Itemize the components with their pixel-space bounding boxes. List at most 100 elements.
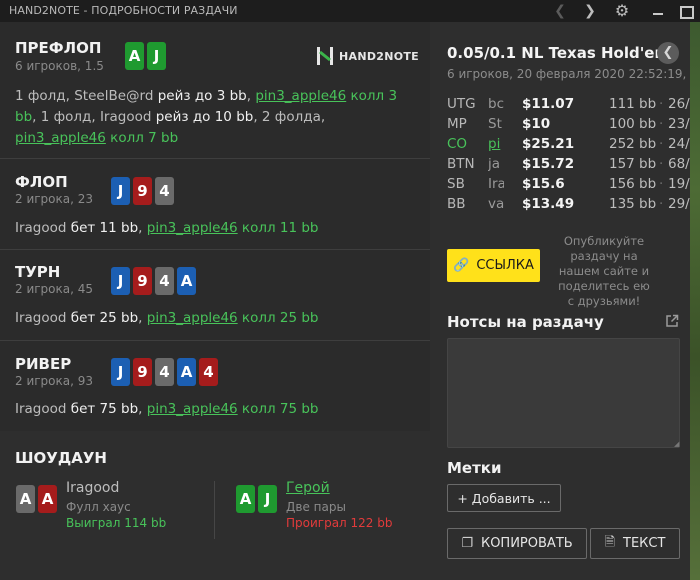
playing-card: 4 <box>199 358 218 386</box>
gear-icon[interactable]: ⚙ <box>609 0 635 22</box>
player-row[interactable]: BTN ja $15.72 157 bb·68/22 <box>447 154 690 174</box>
hand-history-panel: ПРЕФЛОП 6 игроков, 1.5 AJ HAND2NOTE 1 фо… <box>0 22 430 580</box>
player-link[interactable]: pin3_apple46 <box>147 310 238 326</box>
copy-button[interactable]: ❐ КОПИРОВАТЬ <box>447 528 587 559</box>
game-subtitle: 6 игроков, 20 февраля 2020 22:52:19, Ро <box>447 67 690 81</box>
player-name[interactable]: pi <box>488 136 504 152</box>
link-icon: 🔗 <box>453 258 470 273</box>
player-row[interactable]: CO pi $25.21 252 bb·24/17 <box>447 134 690 154</box>
action-text: , 1 фолд, Iragood <box>32 109 156 125</box>
hand2note-logo-icon <box>317 47 333 65</box>
action-text: бет 75 bb <box>70 401 139 417</box>
maximize-icon[interactable] <box>672 0 698 22</box>
flop-cards: J94 <box>111 177 177 205</box>
player-row[interactable]: MP St $10 100 bb·23/18 <box>447 114 690 134</box>
player-stack: $11.07 <box>522 96 575 112</box>
preflop-title: ПРЕФЛОП <box>15 39 102 57</box>
player-position: CO <box>447 136 468 152</box>
playing-card: A <box>177 267 196 295</box>
text-button[interactable]: 🗎 ТЕКСТ <box>590 528 680 559</box>
action-text: Iragood <box>15 401 71 417</box>
tags-title: Метки <box>447 459 502 477</box>
preflop-section: ПРЕФЛОП 6 игроков, 1.5 AJ HAND2NOTE 1 фо… <box>0 22 430 159</box>
collapse-icon[interactable]: ❮ <box>657 42 679 64</box>
player-link[interactable]: pin3_apple46 <box>147 401 238 417</box>
preflop-subtitle: 6 игроков, 1.5 <box>15 59 104 73</box>
player-link[interactable]: pin3_apple46 <box>15 130 106 146</box>
river-cards: J94A4 <box>111 358 221 386</box>
player-stack: $15.6 <box>522 176 565 192</box>
player-stack-bb: 100 bb <box>609 116 657 132</box>
hero-hole-cards: AJ <box>125 42 169 70</box>
hand2note-logo: HAND2NOTE <box>316 46 419 66</box>
villain-name[interactable]: Iragood <box>66 480 119 496</box>
playing-card: 9 <box>133 267 152 295</box>
playing-card: A <box>177 358 196 386</box>
player-stack: $10 <box>522 116 551 132</box>
showdown-title: ШОУДАУН <box>15 449 107 467</box>
playing-card: 9 <box>133 177 152 205</box>
player-name[interactable]: Ira <box>488 176 504 192</box>
player-link[interactable]: pin3_apple46 <box>147 220 238 236</box>
separator-dot: · <box>659 136 664 152</box>
background-table-image <box>690 22 700 580</box>
link-button[interactable]: 🔗 ССЫЛКА <box>447 249 540 282</box>
playing-card: J <box>111 267 130 295</box>
player-row[interactable]: SB Ira $15.6 156 bb·19/6 <box>447 174 690 194</box>
player-name[interactable]: St <box>488 116 504 132</box>
player-stack: $13.49 <box>522 196 575 212</box>
action-text: колл 11 bb <box>237 220 319 236</box>
playing-card: A <box>236 485 255 513</box>
add-tag-label: + Добавить ... <box>457 490 551 506</box>
flop-actions: Iragood бет 11 bb, pin3_apple46 колл 11 … <box>15 218 415 239</box>
game-title: 0.05/0.1 NL Texas Hold'em <box>447 44 671 62</box>
hero-result: Проиграл 122 bb <box>286 516 393 530</box>
players-table: UTGbc$11.07111 bb·26/19MPSt$10100 bb·23/… <box>447 94 690 214</box>
hero-name[interactable]: Герой <box>286 480 330 496</box>
action-text: рейз до 3 bb <box>153 88 247 104</box>
player-position: BTN <box>447 156 475 172</box>
hero-hand: Две пары <box>286 500 346 514</box>
player-stats: 68/22 <box>668 156 690 172</box>
action-text: бет 25 bb <box>70 310 139 326</box>
add-tag-button[interactable]: + Добавить ... <box>447 484 561 512</box>
player-stats: 23/18 <box>668 116 690 132</box>
player-stack-bb: 156 bb <box>609 176 657 192</box>
player-stats: 19/6 <box>668 176 690 192</box>
chevron-right-icon[interactable]: ❯ <box>577 0 603 22</box>
player-row[interactable]: BB va $13.49 135 bb·29/22 <box>447 194 690 214</box>
flop-section: ФЛОП 2 игрока, 23 J94 Iragood бет 11 bb,… <box>0 159 430 250</box>
player-row[interactable]: UTG bc $11.07 111 bb·26/19 <box>447 94 690 114</box>
chevron-left-icon[interactable]: ❮ <box>547 0 573 22</box>
preflop-actions: 1 фолд, SteelBe@rd рейз до 3 bb, pin3_ap… <box>15 86 415 149</box>
player-position: BB <box>447 196 466 212</box>
player-stack-bb: 252 bb <box>609 136 657 152</box>
separator-dot: · <box>659 196 664 212</box>
player-stack: $25.21 <box>522 136 575 152</box>
copy-icon: ❐ <box>461 536 473 551</box>
notes-textarea[interactable] <box>447 338 680 448</box>
external-link-icon[interactable] <box>665 314 679 328</box>
player-stats: 26/19 <box>668 96 690 112</box>
action-text: колл 25 bb <box>237 310 319 326</box>
document-icon: 🗎 <box>604 534 616 550</box>
playing-card: J <box>258 485 277 513</box>
river-subtitle: 2 игрока, 93 <box>15 374 94 388</box>
player-position: SB <box>447 176 465 192</box>
hand-info-panel: 0.05/0.1 NL Texas Hold'em 6 игроков, 20 … <box>430 22 690 580</box>
player-name[interactable]: ja <box>488 156 504 172</box>
action-text: 1 фолд, <box>15 88 75 104</box>
player-stack: $15.72 <box>522 156 575 172</box>
minimize-icon[interactable] <box>645 0 671 22</box>
logo-text: HAND2NOTE <box>339 49 419 63</box>
playing-card: J <box>111 177 130 205</box>
flop-title: ФЛОП <box>15 173 68 191</box>
player-name[interactable]: bc <box>488 96 504 112</box>
action-text: , <box>138 220 147 236</box>
villain-cards: AA <box>16 485 60 513</box>
player-link[interactable]: pin3_apple46 <box>255 88 346 104</box>
river-title: РИВЕР <box>15 355 72 373</box>
turn-title: ТУРН <box>15 263 61 281</box>
player-name[interactable]: va <box>488 196 504 212</box>
separator-dot: · <box>659 116 664 132</box>
